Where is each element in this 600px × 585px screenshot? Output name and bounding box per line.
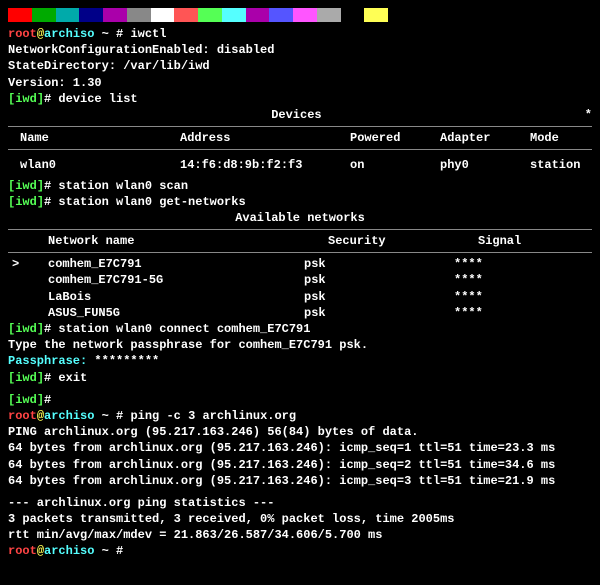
iwd-prompt-connect[interactable]: [iwd]# station wlan0 connect comhem_E7C7… (8, 321, 592, 337)
dev-powered: on (350, 157, 440, 173)
rule (8, 149, 592, 150)
sym: # (116, 27, 130, 41)
prompt-line-final[interactable]: root@archiso ~ # (8, 543, 592, 559)
iwd-prompt-device-list[interactable]: [iwd]# device list (8, 91, 592, 107)
net-signal: **** (454, 272, 483, 288)
config-line: Version: 1.30 (8, 75, 592, 91)
col-signal: Signal (478, 233, 521, 249)
user: root (8, 27, 37, 41)
net-signal: **** (454, 289, 483, 305)
devices-title-row: Devices* (8, 107, 592, 123)
net-security: psk (304, 272, 454, 288)
network-headers: Network name Security Signal (8, 233, 592, 249)
cmd: station wlan0 get-networks (58, 195, 245, 209)
network-row: comhem_E7C791-5Gpsk**** (8, 272, 592, 288)
iwd-label: iwd (15, 92, 37, 106)
network-list: >comhem_E7C791psk**** comhem_E7C791-5Gps… (8, 256, 592, 321)
at: @ (37, 27, 44, 41)
cmd: device list (58, 92, 137, 106)
device-row: wlan0 14:f6:d8:9b:f2:f3 on phy0 station (8, 153, 592, 177)
selector-icon (8, 272, 32, 288)
net-security: psk (304, 305, 454, 321)
col-powered: Powered (350, 130, 440, 146)
dev-address: 14:f6:d8:9b:f2:f3 (180, 157, 350, 173)
selector-icon (8, 289, 32, 305)
cmd: ping -c 3 archlinux.org (130, 409, 296, 423)
network-row: >comhem_E7C791psk**** (8, 256, 592, 272)
rule (8, 126, 592, 127)
rule (8, 229, 592, 230)
ping-reply: 64 bytes from archlinux.org (95.217.163.… (8, 440, 592, 456)
passphrase-line[interactable]: Passphrase: ********* (8, 353, 592, 369)
config-line: StateDirectory: /var/lib/iwd (8, 58, 592, 74)
net-name: ASUS_FUN5G (32, 305, 304, 321)
passphrase-label: Passphrase: (8, 354, 94, 368)
config-line: NetworkConfigurationEnabled: disabled (8, 42, 592, 58)
net-name: comhem_E7C791 (32, 256, 304, 272)
dev-name: wlan0 (8, 157, 180, 173)
iwd-prompt-scan[interactable]: [iwd]# station wlan0 scan (8, 178, 592, 194)
network-row: ASUS_FUN5Gpsk**** (8, 305, 592, 321)
asterisk-icon: * (585, 107, 592, 123)
devices-title: Devices (8, 107, 585, 123)
iwd-prompt-empty[interactable]: [iwd]# (8, 392, 592, 408)
rule (8, 252, 592, 253)
col-address: Address (180, 130, 350, 146)
net-name: comhem_E7C791-5G (32, 272, 304, 288)
ping-reply: 64 bytes from archlinux.org (95.217.163.… (8, 457, 592, 473)
ping-stats: 3 packets transmitted, 3 received, 0% pa… (8, 511, 592, 527)
path: ~ (94, 27, 116, 41)
prompt-line-ping[interactable]: root@archiso ~ # ping -c 3 archlinux.org (8, 408, 592, 424)
sym: # (44, 92, 58, 106)
device-headers: Name Address Powered Adapter Mode (8, 130, 592, 146)
cmd: station wlan0 connect comhem_E7C791 (58, 322, 310, 336)
passphrase-prompt: Type the network passphrase for comhem_E… (8, 337, 592, 353)
cmd: exit (58, 371, 87, 385)
cmd: iwctl (130, 27, 166, 41)
net-name: LaBois (32, 289, 304, 305)
ping-stats: rtt min/avg/max/mdev = 21.863/26.587/34.… (8, 527, 592, 543)
selector-icon: > (8, 256, 32, 272)
host: archiso (44, 27, 94, 41)
iwd-prompt-exit[interactable]: [iwd]# exit (8, 370, 592, 386)
col-name: Name (8, 130, 180, 146)
net-signal: **** (454, 305, 483, 321)
bracket: ] (37, 92, 44, 106)
col-security: Security (328, 233, 478, 249)
col-mode: Mode (530, 130, 559, 146)
ping-header: PING archlinux.org (95.217.163.246) 56(8… (8, 424, 592, 440)
net-signal: **** (454, 256, 483, 272)
net-security: psk (304, 289, 454, 305)
dev-mode: station (530, 157, 580, 173)
ping-stats-header: --- archlinux.org ping statistics --- (8, 495, 592, 511)
cmd: station wlan0 scan (58, 179, 188, 193)
passphrase-input[interactable]: ********* (94, 354, 159, 368)
prompt-line-iwctl[interactable]: root@archiso ~ # iwctl (8, 26, 592, 42)
dev-adapter: phy0 (440, 157, 530, 173)
network-row: LaBoispsk**** (8, 289, 592, 305)
col-netname: Network name (8, 233, 328, 249)
iwd-prompt-getnet[interactable]: [iwd]# station wlan0 get-networks (8, 194, 592, 210)
terminal-colorbar (8, 8, 388, 22)
net-security: psk (304, 256, 454, 272)
selector-icon (8, 305, 32, 321)
col-adapter: Adapter (440, 130, 530, 146)
networks-title: Available networks (8, 210, 592, 226)
ping-reply: 64 bytes from archlinux.org (95.217.163.… (8, 473, 592, 489)
